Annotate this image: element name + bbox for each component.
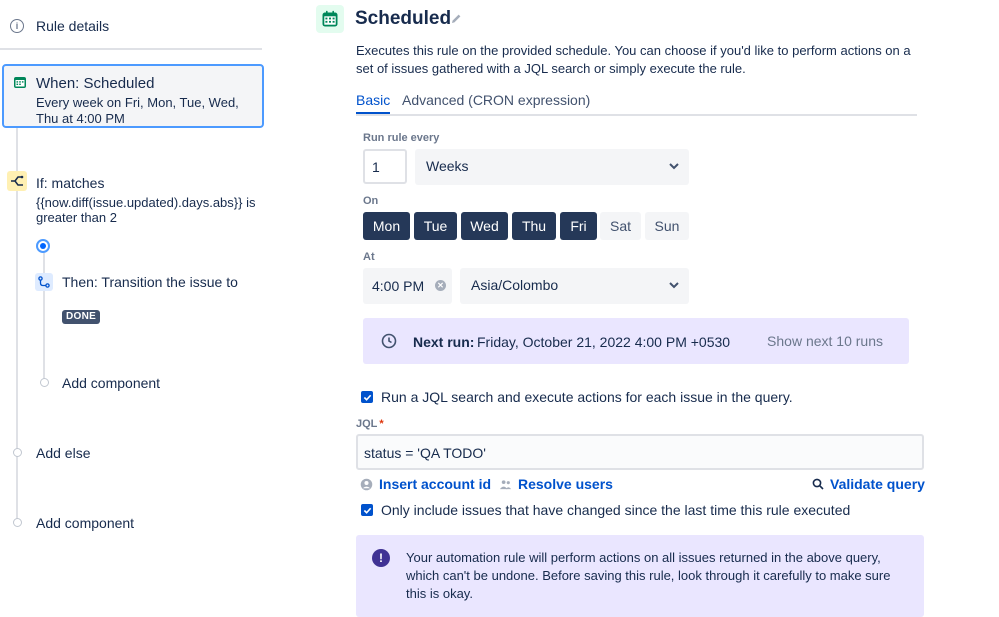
only-changed-checkbox[interactable] — [361, 504, 373, 516]
trigger-summary: Every week on Fri, Mon, Tue, Wed, Thu at… — [36, 95, 239, 126]
only-changed-row: Only include issues that have changed si… — [361, 502, 850, 518]
time-input[interactable]: 4:00 PM ✕ — [363, 268, 452, 304]
add-else-button[interactable]: Add else — [36, 445, 90, 461]
trigger-card-scheduled[interactable]: When: Scheduled Every week on Fri, Mon, … — [2, 64, 264, 128]
day-toggle-mon[interactable]: Mon — [363, 212, 410, 240]
validate-query-link[interactable]: Validate query — [812, 476, 925, 492]
resolve-users-link[interactable]: Resolve users — [499, 476, 613, 492]
show-next-runs-button[interactable]: Show next 10 runs — [767, 333, 883, 349]
run-jql-search-label: Run a JQL search and execute actions for… — [381, 389, 793, 405]
tab-advanced-cron[interactable]: Advanced (CRON expression) — [402, 92, 590, 108]
day-toggle-thu[interactable]: Thu — [512, 212, 556, 240]
jql-field-label: JQL * — [356, 418, 384, 430]
timezone-value: Asia/Colombo — [471, 277, 559, 293]
calendar-icon — [322, 10, 338, 27]
interval-number-input[interactable]: 1 — [363, 149, 407, 184]
add-component-outer-button[interactable]: Add component — [36, 515, 134, 531]
validate-query-label: Validate query — [830, 476, 925, 492]
insert-account-id-label: Insert account id — [379, 476, 492, 492]
warning-exclamation-icon: ! — [372, 549, 390, 567]
add-component-outer-dot — [13, 518, 22, 527]
interval-unit-value: Weeks — [426, 158, 469, 174]
chevron-down-icon — [669, 282, 679, 289]
action-card[interactable] — [35, 273, 53, 291]
jql-query-input[interactable]: status = 'QA TODO' — [356, 434, 924, 470]
next-run-value: Friday, October 21, 2022 4:00 PM +0530 — [477, 334, 731, 350]
action-title[interactable]: Then: Transition the issue to — [62, 273, 242, 291]
people-icon — [499, 479, 512, 489]
branch-icon — [11, 175, 24, 186]
warning-message-panel: ! Your automation rule will perform acti… — [356, 535, 924, 617]
scheduled-trigger-icon — [316, 5, 344, 33]
day-toggle-tue[interactable]: Tue — [414, 212, 457, 240]
search-icon — [812, 478, 824, 490]
run-every-label: Run rule every — [363, 132, 440, 144]
rule-details-link[interactable]: i Rule details — [10, 18, 109, 34]
only-changed-label: Only include issues that have changed si… — [381, 502, 851, 518]
tab-basic[interactable]: Basic — [356, 92, 391, 114]
add-component-inner-dot — [40, 378, 49, 387]
flow-insert-point-active[interactable] — [36, 239, 50, 253]
jql-label-text: JQL — [356, 418, 378, 430]
time-value: 4:00 PM — [372, 278, 425, 294]
chevron-down-icon — [669, 163, 679, 170]
day-toggle-wed[interactable]: Wed — [461, 212, 508, 240]
condition-title[interactable]: If: matches — [36, 175, 104, 191]
transition-icon — [38, 276, 50, 288]
trigger-title: When: Scheduled — [36, 75, 155, 92]
resolve-users-label: Resolve users — [518, 476, 613, 492]
add-else-dot — [13, 448, 22, 457]
page-title: Scheduled — [355, 8, 452, 29]
status-lozenge: DONE — [62, 310, 101, 324]
condition-card[interactable] — [7, 171, 27, 191]
next-run-label: Next run: — [413, 334, 475, 350]
on-label: On — [363, 195, 379, 207]
rule-details-label: Rule details — [36, 18, 110, 34]
add-component-inner-button[interactable]: Add component — [62, 375, 160, 391]
user-avatar-icon — [360, 478, 373, 490]
run-jql-search-checkbox[interactable] — [361, 391, 373, 403]
info-icon: i — [10, 19, 24, 33]
day-toggle-fri[interactable]: Fri — [560, 212, 597, 240]
day-toggle-sun[interactable]: Sun — [645, 212, 689, 240]
checkmark-icon — [363, 394, 371, 401]
checkmark-icon — [363, 507, 371, 514]
run-jql-search-row: Run a JQL search and execute actions for… — [361, 389, 793, 405]
day-toggle-sat[interactable]: Sat — [600, 212, 641, 240]
calendar-icon — [14, 77, 26, 88]
insert-account-id-link[interactable]: Insert account id — [360, 476, 491, 492]
interval-unit-select[interactable]: Weeks — [415, 149, 689, 185]
clear-time-icon[interactable]: ✕ — [435, 280, 446, 291]
schedule-mode-tabs: Basic Advanced (CRON expression) — [356, 90, 917, 116]
trigger-description: Executes this rule on the provided sched… — [356, 43, 911, 76]
required-marker: * — [379, 418, 384, 430]
next-run-panel: Next run: Friday, October 21, 2022 4:00 … — [363, 318, 909, 364]
warning-message: Your automation rule will perform action… — [406, 550, 891, 601]
at-label: At — [363, 251, 375, 263]
pencil-icon[interactable] — [450, 13, 462, 25]
clock-icon — [381, 333, 397, 349]
condition-expression: {{now.diff(issue.updated).days.abs}} is … — [36, 195, 256, 225]
left-divider — [0, 48, 262, 50]
timezone-select[interactable]: Asia/Colombo — [460, 268, 689, 304]
